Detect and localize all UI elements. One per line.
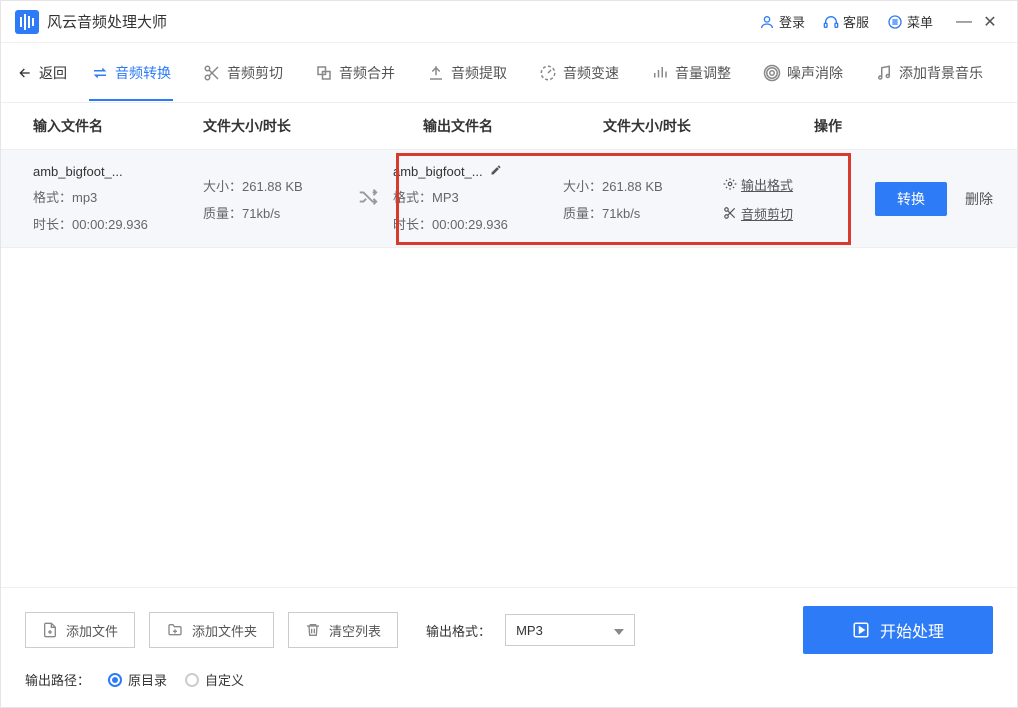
table-header: 输入文件名 文件大小/时长 输出文件名 文件大小/时长 操作 (1, 103, 1017, 149)
chevron-down-icon (614, 623, 624, 638)
tab-cut[interactable]: 音频剪切 (201, 63, 285, 83)
merge-icon (315, 64, 333, 82)
titlebar: 风云音频处理大师 登录 客服 菜单 — ✕ (1, 1, 1017, 43)
col-output-filename: 输出文件名 (423, 116, 603, 136)
tab-label: 音频合并 (339, 63, 395, 83)
col-output-meta: 文件大小/时长 (603, 116, 783, 136)
convert-icon (91, 64, 109, 82)
scissors-icon (203, 64, 221, 82)
music-icon (875, 64, 893, 82)
speed-icon (539, 64, 557, 82)
output-format-label: 输出格式： (426, 621, 491, 640)
trash-icon (305, 621, 321, 639)
input-filename: amb_bigfoot_... (33, 164, 203, 179)
support-button[interactable]: 客服 (823, 12, 869, 31)
tab-convert[interactable]: 音频转换 (89, 63, 173, 83)
headset-icon (823, 14, 839, 30)
input-duration: 时长：00:00:29.936 (33, 214, 203, 233)
tab-extract[interactable]: 音频提取 (425, 63, 509, 83)
menu-label: 菜单 (907, 12, 933, 31)
add-file-label: 添加文件 (66, 621, 118, 640)
radio-dot-icon (108, 673, 122, 687)
add-file-button[interactable]: 添加文件 (25, 612, 135, 648)
login-button[interactable]: 登录 (759, 12, 805, 31)
shuffle-icon (357, 186, 379, 211)
back-label: 返回 (39, 63, 67, 83)
noise-icon (763, 64, 781, 82)
tab-label: 添加背景音乐 (899, 63, 983, 83)
tab-label: 噪声消除 (787, 63, 843, 83)
tab-volume[interactable]: 音量调整 (649, 63, 733, 83)
radio-dot-icon (185, 673, 199, 687)
radio-custom-directory[interactable]: 自定义 (185, 670, 244, 689)
volume-icon (651, 64, 669, 82)
radio-same-directory[interactable]: 原目录 (108, 670, 167, 689)
arrow-left-icon (17, 65, 33, 81)
input-quality: 质量：71kb/s (203, 203, 353, 222)
folder-plus-icon (166, 622, 184, 638)
input-size: 大小：261.88 KB (203, 176, 353, 195)
minimize-button[interactable]: — (951, 13, 977, 31)
user-icon (759, 14, 775, 30)
output-path-label: 输出路径： (25, 670, 90, 689)
clear-list-button[interactable]: 清空列表 (288, 612, 398, 648)
tab-label: 音频剪切 (227, 63, 283, 83)
table-row: amb_bigfoot_... 格式：mp3 时长：00:00:29.936 大… (1, 149, 1017, 248)
input-format: 格式：mp3 (33, 187, 203, 206)
close-button[interactable]: ✕ (977, 12, 1003, 32)
support-label: 客服 (843, 12, 869, 31)
tabbar: 返回 音频转换 音频剪切 音频合并 音频提取 音频变速 音量调整 噪声消除 添加… (1, 43, 1017, 103)
col-ops: 操作 (783, 116, 873, 136)
tab-label: 音频转换 (115, 63, 171, 83)
add-folder-label: 添加文件夹 (192, 621, 257, 640)
output-format-select[interactable]: MP3 (505, 614, 635, 646)
tab-noise[interactable]: 噪声消除 (761, 63, 845, 83)
col-input-filename: 输入文件名 (33, 116, 203, 136)
menu-button[interactable]: 菜单 (887, 12, 933, 31)
tab-speed[interactable]: 音频变速 (537, 63, 621, 83)
app-logo (15, 10, 39, 34)
highlight-box (396, 153, 851, 245)
tab-label: 音量调整 (675, 63, 731, 83)
back-button[interactable]: 返回 (17, 63, 67, 83)
play-icon (852, 621, 870, 639)
file-plus-icon (42, 621, 58, 639)
app-title: 风云音频处理大师 (47, 11, 167, 32)
menu-icon (887, 14, 903, 30)
output-format-value: MP3 (516, 623, 543, 638)
convert-button[interactable]: 转换 (875, 182, 947, 216)
input-meta-cell: 大小：261.88 KB 质量：71kb/s (203, 176, 353, 222)
bottom-bar: 添加文件 添加文件夹 清空列表 输出格式： MP3 开始处理 输出路径： 原目录… (1, 587, 1017, 707)
extract-icon (427, 64, 445, 82)
delete-button[interactable]: 删除 (965, 189, 993, 209)
start-label: 开始处理 (880, 618, 944, 642)
tab-bgm[interactable]: 添加背景音乐 (873, 63, 985, 83)
tab-label: 音频提取 (451, 63, 507, 83)
tab-label: 音频变速 (563, 63, 619, 83)
login-label: 登录 (779, 12, 805, 31)
add-folder-button[interactable]: 添加文件夹 (149, 612, 274, 648)
clear-list-label: 清空列表 (329, 621, 381, 640)
start-processing-button[interactable]: 开始处理 (803, 606, 993, 654)
input-filename-cell: amb_bigfoot_... 格式：mp3 时长：00:00:29.936 (33, 164, 203, 233)
tab-merge[interactable]: 音频合并 (313, 63, 397, 83)
col-input-meta: 文件大小/时长 (203, 116, 393, 136)
